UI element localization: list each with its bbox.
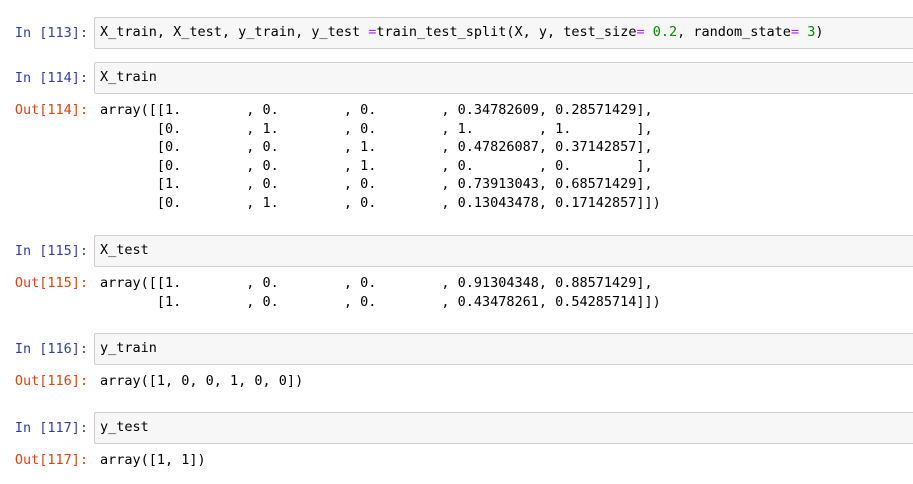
output-text-116: array([1, 0, 0, 1, 0, 0]) xyxy=(100,373,304,389)
output-text-114: array([[1. , 0. , 0. , 0.34782609, 0.285… xyxy=(100,102,661,211)
code-text-113: X_train, X_test, y_train, y_test =train_… xyxy=(100,24,824,40)
in-prompt-115: In [115]: xyxy=(14,243,88,259)
code-input-114[interactable]: X_train xyxy=(94,62,913,94)
in-prompt-116: In [116]: xyxy=(14,341,88,357)
out-prompt-116: Out[116]: xyxy=(14,373,88,389)
code-input-116[interactable]: y_train xyxy=(94,333,913,365)
out-prompt-115: Out[115]: xyxy=(14,275,88,291)
code-input-117[interactable]: y_test xyxy=(94,412,913,444)
in-prompt-113: In [113]: xyxy=(14,25,88,41)
cell-117: In [117]: y_test Out[117]: array([1, 1]) xyxy=(0,412,913,472)
code-text-115: X_test xyxy=(100,242,149,258)
out-prompt-117: Out[117]: xyxy=(14,452,88,468)
code-input-113[interactable]: X_train, X_test, y_train, y_test =train_… xyxy=(94,17,913,49)
cell-113: In [113]: X_train, X_test, y_train, y_te… xyxy=(0,17,913,49)
in-prompt-117: In [117]: xyxy=(14,420,88,436)
cell-115: In [115]: X_test Out[115]: array([[1. , … xyxy=(0,235,913,315)
cell-116: In [116]: y_train Out[116]: array([1, 0,… xyxy=(0,333,913,393)
output-text-115: array([[1. , 0. , 0. , 0.91304348, 0.885… xyxy=(100,275,661,310)
code-input-115[interactable]: X_test xyxy=(94,235,913,267)
out-prompt-114: Out[114]: xyxy=(14,102,88,118)
code-text-114: X_train xyxy=(100,69,157,85)
code-text-117: y_test xyxy=(100,419,149,435)
output-text-117: array([1, 1]) xyxy=(100,452,206,468)
in-prompt-114: In [114]: xyxy=(14,70,88,86)
code-text-116: y_train xyxy=(100,340,157,356)
cell-114: In [114]: X_train Out[114]: array([[1. ,… xyxy=(0,62,913,217)
